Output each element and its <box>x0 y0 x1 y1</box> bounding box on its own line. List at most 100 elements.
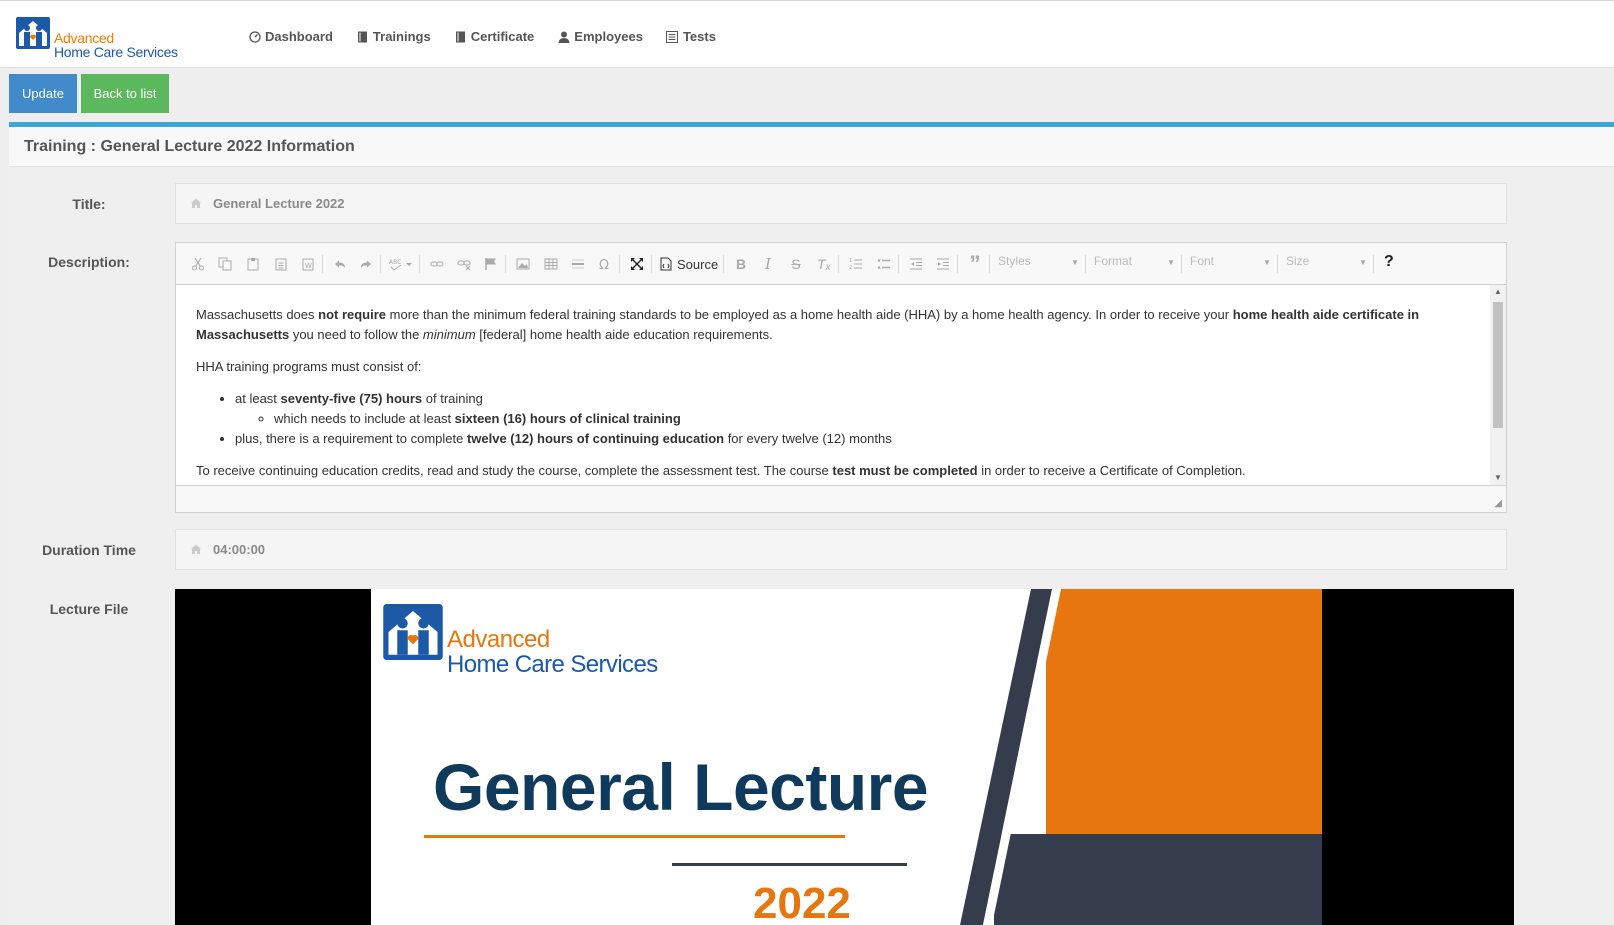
nav-certificate[interactable]: Certificate <box>454 29 535 44</box>
scrollbar-thumb[interactable] <box>1493 302 1503 428</box>
home-icon <box>191 198 201 208</box>
undo-icon[interactable] <box>331 255 349 273</box>
editor-content[interactable]: Massachusetts does not require more than… <box>176 285 1490 485</box>
list-item: plus, there is a requirement to complete… <box>235 429 1470 449</box>
styles-dropdown[interactable]: Styles ▼ <box>998 254 1079 274</box>
toolbar-separator <box>322 255 323 273</box>
numbered-list-icon[interactable]: 12 <box>847 255 865 273</box>
update-button[interactable]: Update <box>9 74 77 113</box>
back-to-list-button[interactable]: Back to list <box>81 74 169 113</box>
nav-employees-label: Employees <box>574 29 643 44</box>
source-label: Source <box>677 256 719 272</box>
list-item: at least seventy-five (75) hours of trai… <box>235 389 1470 429</box>
help-button[interactable]: ? <box>1384 253 1394 271</box>
house-logo-icon <box>16 17 50 49</box>
book-icon <box>454 30 467 43</box>
nav-tests-label: Tests <box>682 29 716 44</box>
title-value: General Lecture 2022 <box>213 196 345 211</box>
horizontal-line-icon[interactable] <box>569 255 587 273</box>
special-char-icon[interactable]: Ω <box>596 255 614 273</box>
bullet-list-icon[interactable] <box>875 255 893 273</box>
scroll-down-icon[interactable]: ▼ <box>1494 473 1502 482</box>
toolbar-separator <box>723 255 724 273</box>
remove-format-icon[interactable]: Tₓ <box>815 255 833 273</box>
content-paragraph: Massachusetts does not require more than… <box>196 307 1420 342</box>
list-item: which needs to include at least sixteen … <box>274 409 1470 429</box>
font-dropdown[interactable]: Font ▼ <box>1190 254 1271 274</box>
slide-title: General Lecture <box>433 750 929 824</box>
nav-trainings-label: Trainings <box>372 29 431 44</box>
source-button[interactable]: Source <box>660 255 718 273</box>
toolbar-separator <box>380 255 381 273</box>
svg-text:ABC: ABC <box>389 259 401 266</box>
dashboard-icon <box>248 30 261 43</box>
title-field[interactable]: General Lecture 2022 <box>175 183 1507 224</box>
paste-text-icon[interactable] <box>272 255 290 273</box>
lecture-file-label: Lecture File <box>49 601 129 617</box>
chevron-down-icon: ▼ <box>1071 258 1079 267</box>
brand-name-line2: Home Care Services <box>54 44 178 60</box>
chevron-down-icon: ▼ <box>1263 258 1271 267</box>
description-label: Description: <box>48 254 130 270</box>
strikethrough-icon[interactable]: S <box>787 255 805 273</box>
house-logo-icon <box>383 604 443 660</box>
slide-divider <box>672 863 907 866</box>
toolbar-separator <box>1373 255 1374 273</box>
video-slide: Advanced Home Care Services General Lect… <box>371 589 1322 925</box>
toolbar-separator <box>1085 255 1086 273</box>
chevron-down-icon: ▼ <box>1359 258 1367 267</box>
duration-label: Duration Time <box>42 542 136 558</box>
toolbar-separator <box>651 255 652 273</box>
anchor-flag-icon[interactable] <box>482 255 500 273</box>
rich-text-editor: W ABC Ω Source B I S Tₓ 1 2 ” Styles ▼ F… <box>175 242 1507 513</box>
indent-icon[interactable] <box>934 255 952 273</box>
link-icon[interactable] <box>428 255 446 273</box>
user-icon <box>557 30 570 43</box>
toolbar-separator <box>838 255 839 273</box>
image-icon[interactable] <box>514 255 532 273</box>
blockquote-icon[interactable]: ” <box>966 251 984 276</box>
nav-dashboard[interactable]: Dashboard <box>248 29 333 44</box>
maximize-icon[interactable] <box>628 255 646 273</box>
italic-icon[interactable]: I <box>759 255 777 273</box>
spellcheck-icon[interactable]: ABC <box>388 255 414 273</box>
copy-icon[interactable] <box>216 255 234 273</box>
svg-text:1: 1 <box>849 258 852 264</box>
page-title: Training : General Lecture 2022 Informat… <box>24 138 355 155</box>
nav-trainings[interactable]: Trainings <box>356 29 431 44</box>
paste-word-icon[interactable]: W <box>299 255 317 273</box>
redo-icon[interactable] <box>357 255 375 273</box>
cut-icon[interactable] <box>189 255 207 273</box>
styles-label: Styles <box>998 254 1031 268</box>
toolbar-separator <box>419 255 420 273</box>
bold-icon[interactable]: B <box>732 255 750 273</box>
paste-icon[interactable] <box>244 255 262 273</box>
table-icon[interactable] <box>542 255 560 273</box>
editor-scrollbar[interactable]: ▲ ▼ <box>1490 285 1506 485</box>
title-label: Title: <box>72 196 106 212</box>
nav-tests[interactable]: Tests <box>666 29 716 44</box>
top-navbar: Advanced Home Care Services Dashboard Tr… <box>0 0 1614 68</box>
main-nav: Dashboard Trainings Certificate Employee… <box>248 29 739 44</box>
size-dropdown[interactable]: Size ▼ <box>1286 254 1367 274</box>
lecture-video-player[interactable]: Advanced Home Care Services General Lect… <box>175 589 1514 925</box>
slide-brand-line1: Advanced <box>447 626 550 653</box>
scroll-up-icon[interactable]: ▲ <box>1494 287 1502 296</box>
requirements-list: at least seventy-five (75) hours of trai… <box>235 389 1470 449</box>
duration-value: 04:00:00 <box>213 542 266 557</box>
brand-logo[interactable]: Advanced Home Care Services <box>16 17 186 61</box>
toolbar-separator <box>898 255 899 273</box>
list-icon <box>666 30 679 43</box>
editor-footer: ◢ <box>176 485 1506 512</box>
outdent-icon[interactable] <box>907 255 925 273</box>
unlink-icon[interactable] <box>455 255 473 273</box>
panel-header: Training : General Lecture 2022 Informat… <box>9 127 1614 167</box>
nav-employees[interactable]: Employees <box>557 29 643 44</box>
format-dropdown[interactable]: Format ▼ <box>1094 254 1175 274</box>
nav-certificate-label: Certificate <box>470 29 535 44</box>
resize-handle-icon[interactable]: ◢ <box>1494 498 1502 509</box>
chevron-down-icon: ▼ <box>1167 258 1175 267</box>
duration-field[interactable]: 04:00:00 <box>175 529 1507 570</box>
toolbar-separator <box>989 255 990 273</box>
toolbar-separator <box>1277 255 1278 273</box>
